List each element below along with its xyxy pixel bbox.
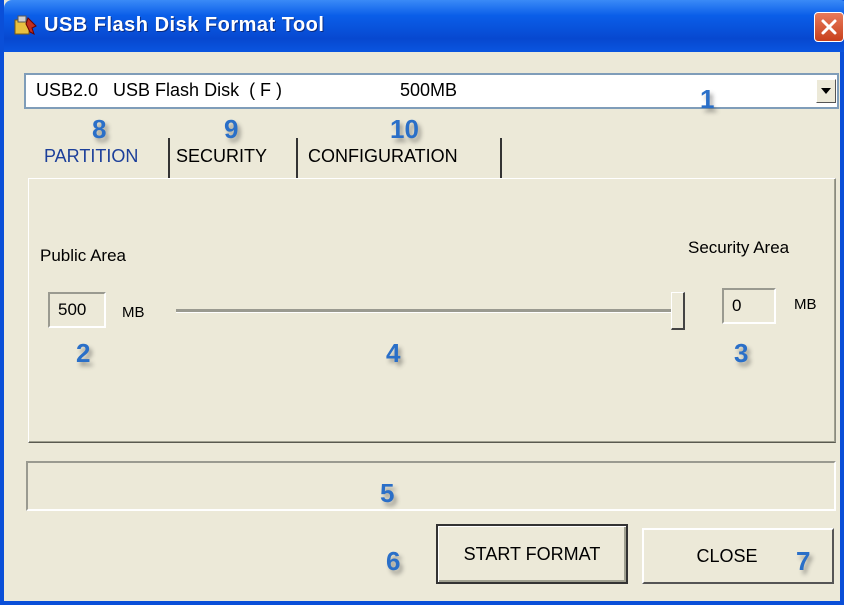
partition-slider[interactable] <box>176 309 684 313</box>
public-area-unit: MB <box>122 304 145 321</box>
format-status-bar <box>26 461 836 511</box>
security-area-unit: MB <box>794 296 817 313</box>
callout-5: 5 <box>380 478 395 508</box>
chevron-down-icon <box>821 88 831 94</box>
window-title: USB Flash Disk Format Tool <box>44 14 325 36</box>
public-area-label: Public Area <box>40 246 126 265</box>
tab-divider <box>500 138 502 178</box>
device-select[interactable]: USB2.0 USB Flash Disk ( F ) 500MB <box>24 73 839 109</box>
public-area-input[interactable]: 500 <box>48 292 106 328</box>
usb-tool-icon <box>14 14 38 36</box>
security-area-label: Security Area <box>688 238 790 257</box>
device-size: 500MB <box>400 80 458 100</box>
tab-security[interactable]: SECURITY <box>176 138 267 174</box>
callout-2: 2 <box>76 338 91 368</box>
format-tool-window: USB Flash Disk Format Tool USB2.0 USB Fl… <box>0 0 844 605</box>
security-area-input[interactable]: 0 <box>722 288 776 324</box>
callout-6: 6 <box>386 546 401 576</box>
close-icon <box>821 19 837 35</box>
partition-slider-thumb[interactable] <box>671 292 685 330</box>
tab-divider <box>168 138 170 178</box>
start-format-button[interactable]: START FORMAT <box>436 524 628 584</box>
device-name: USB2.0 USB Flash Disk ( F ) <box>36 80 283 100</box>
tab-configuration[interactable]: CONFIGURATION <box>308 138 458 174</box>
device-dropdown-button[interactable] <box>816 79 836 103</box>
callout-1: 1 <box>700 84 715 114</box>
tab-partition[interactable]: PARTITION <box>44 138 138 174</box>
callout-4: 4 <box>386 338 401 368</box>
tab-divider <box>296 138 298 178</box>
title-bar[interactable]: USB Flash Disk Format Tool <box>4 0 844 52</box>
callout-3: 3 <box>734 338 749 368</box>
window-close-button[interactable] <box>814 12 844 42</box>
callout-7: 7 <box>796 546 811 576</box>
